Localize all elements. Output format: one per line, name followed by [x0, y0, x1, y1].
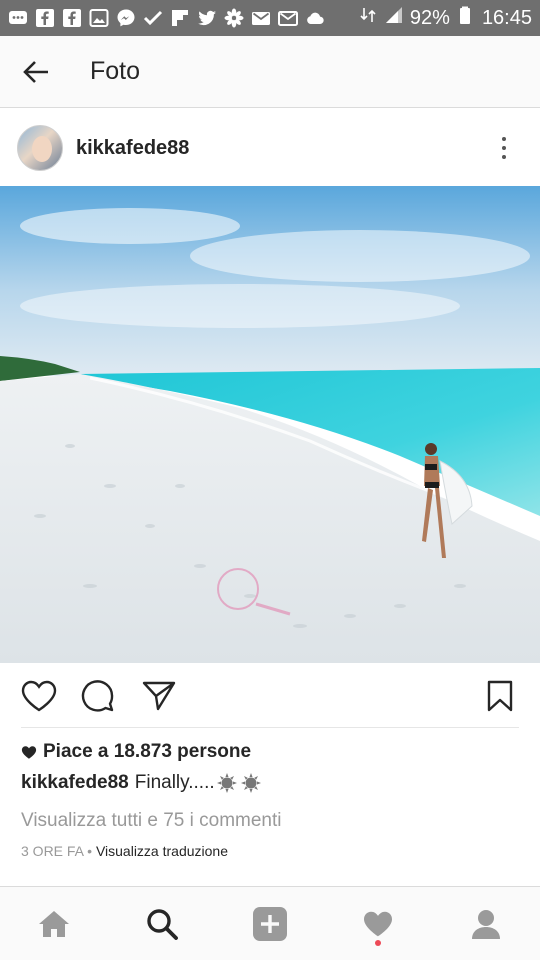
flipboard-icon — [170, 8, 190, 28]
battery-percentage: 92% — [409, 6, 450, 29]
post-username[interactable]: kikkafede88 — [76, 137, 189, 160]
gmail-icon — [278, 8, 298, 28]
post-actions — [0, 664, 540, 728]
nav-profile[interactable] — [456, 894, 516, 954]
sun-emoji-icon — [240, 773, 261, 793]
save-button[interactable] — [480, 676, 520, 716]
share-button[interactable] — [139, 676, 179, 716]
nav-search[interactable] — [132, 894, 192, 954]
more-dots-icon — [502, 137, 506, 141]
avatar[interactable] — [17, 125, 63, 171]
signal-icon — [384, 5, 404, 31]
send-paper-plane-icon — [142, 681, 176, 711]
system-indicators: 92% 16:45 — [358, 5, 532, 31]
profile-icon — [472, 909, 500, 939]
post-meta: 3 ORE FA • Visualizza traduzione — [21, 843, 228, 859]
nav-new-post[interactable] — [240, 894, 300, 954]
caption-text: Finally..... — [134, 772, 215, 793]
gallery-icon — [89, 8, 109, 28]
see-translation-link[interactable]: Visualizza traduzione — [96, 843, 228, 859]
gmail-icon — [251, 8, 271, 28]
likes-text: Piace a 18.873 persone — [43, 741, 252, 762]
facebook-icon — [62, 8, 82, 28]
post-time: 3 ORE FA — [21, 843, 84, 859]
heart-icon — [364, 911, 392, 936]
page-title: Foto — [90, 57, 141, 85]
notification-icons — [8, 8, 325, 28]
likes-count[interactable]: Piace a 18.873 persone — [21, 741, 251, 763]
like-button[interactable] — [19, 676, 59, 716]
app-bar: Foto — [0, 36, 540, 108]
post-header: kikkafede88 — [0, 110, 540, 186]
back-button[interactable] — [16, 52, 56, 92]
sun-emoji-icon — [216, 773, 237, 793]
messenger-icon — [116, 8, 136, 28]
post-photo[interactable] — [0, 186, 540, 663]
flower-icon — [224, 8, 244, 28]
status-bar: 92% 16:45 — [0, 0, 540, 36]
arrow-left-icon — [23, 60, 48, 83]
clock: 16:45 — [481, 6, 532, 29]
heart-outline-icon — [21, 680, 57, 712]
caption-username[interactable]: kikkafede88 — [21, 772, 129, 794]
add-post-icon — [253, 906, 287, 941]
battery-icon — [456, 5, 476, 31]
more-dot — [502, 155, 506, 159]
cloud-icon — [305, 8, 325, 28]
check-icon — [143, 8, 163, 28]
beach-photo — [0, 186, 540, 663]
nav-home[interactable] — [24, 894, 84, 954]
comment-button[interactable] — [78, 676, 118, 716]
facebook-icon — [35, 8, 55, 28]
twitter-icon — [197, 8, 217, 28]
data-transfer-icon — [358, 5, 378, 31]
bottom-navigation — [0, 886, 540, 960]
post-caption: kikkafede88 Finally..... — [21, 772, 261, 794]
more-dot — [502, 146, 506, 150]
view-all-comments-link[interactable]: Visualizza tutti e 75 i commenti — [21, 810, 282, 832]
messages-icon — [8, 8, 28, 28]
nav-activity[interactable] — [348, 894, 408, 954]
search-icon — [147, 908, 178, 940]
meta-separator: • — [83, 843, 96, 859]
more-options-button[interactable] — [492, 133, 516, 163]
heart-filled-icon — [21, 745, 37, 759]
notification-dot — [375, 939, 381, 946]
home-icon — [39, 910, 69, 937]
divider — [21, 727, 519, 728]
bookmark-icon — [487, 680, 513, 712]
comment-bubble-icon — [81, 680, 114, 712]
